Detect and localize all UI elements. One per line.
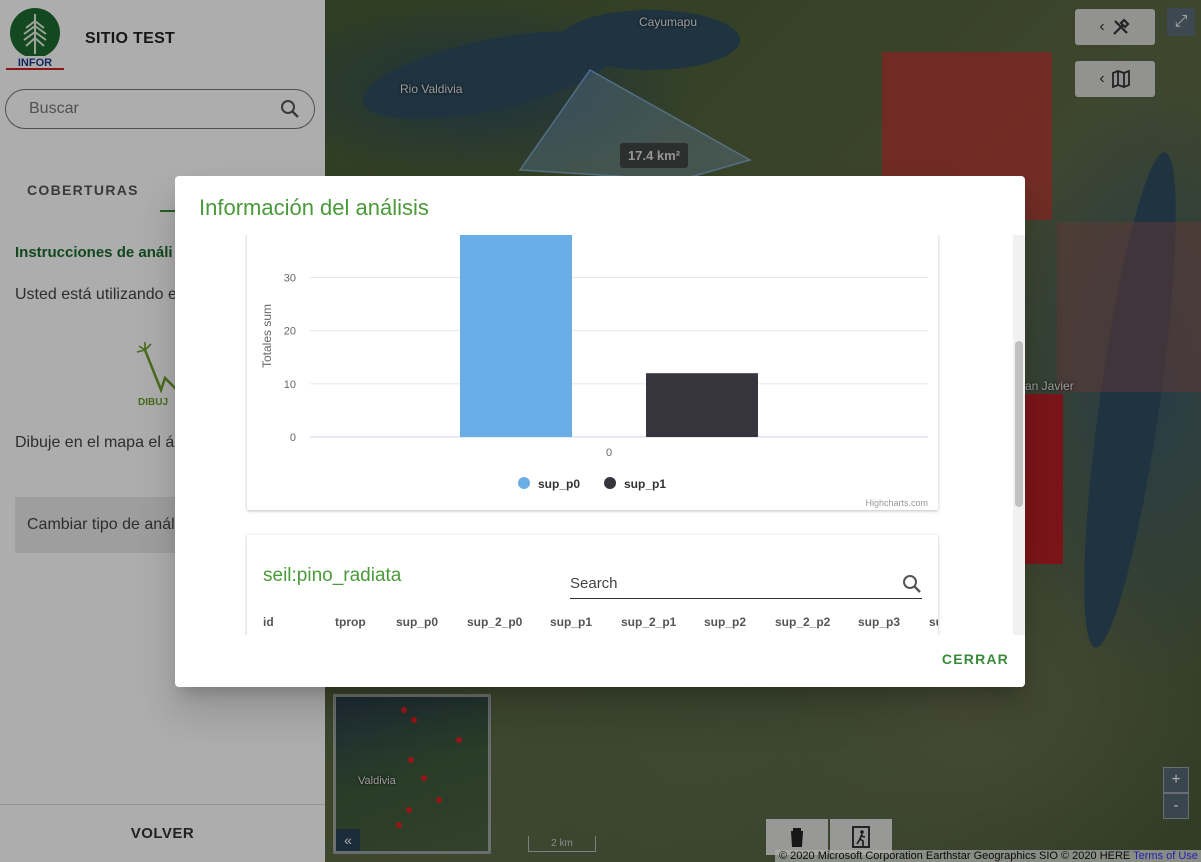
y-tick-label: 0: [290, 432, 296, 444]
dialog-body[interactable]: 0 10 20 30 Totales sum 0 sup_p0 sup_p1 Highchart…: [175, 235, 1025, 635]
close-button[interactable]: CERRAR: [942, 651, 1009, 667]
column-header-sup_p1[interactable]: sup_p1: [550, 615, 621, 635]
layer-title: seil:pino_radiata: [263, 565, 402, 586]
column-header-sup_p3[interactable]: sup_p3: [858, 615, 929, 635]
dialog-actions: CERRAR: [175, 635, 1025, 687]
analysis-dialog: Información del análisis 0 10 20 30 Totales …: [175, 176, 1025, 687]
legend-marker-sup_p0: [518, 477, 530, 489]
chart-credits: Highcharts.com: [865, 498, 928, 508]
column-header-tprop[interactable]: tprop: [335, 615, 396, 635]
x-tick-label: 0: [606, 447, 612, 459]
scrollbar-thumb[interactable]: [1015, 341, 1023, 507]
chart-card: 0 10 20 30 Totales sum 0 sup_p0 sup_p1 Highchart…: [247, 235, 938, 510]
results-table-card: seil:pino_radiata idtpropsup_p0sup_2_p0s…: [247, 535, 938, 635]
column-header-sup_p0[interactable]: sup_p0: [396, 615, 467, 635]
search-icon[interactable]: [902, 574, 922, 594]
bar-sup_p0: [460, 235, 572, 437]
y-tick-label: 30: [284, 273, 296, 285]
column-header-sup_2_p1[interactable]: sup_2_p1: [621, 615, 704, 635]
bar-chart: 0 10 20 30 Totales sum 0 sup_p0 sup_p1 Highchart…: [260, 235, 928, 508]
bar-sup_p1: [646, 373, 758, 437]
column-header-sup_p2[interactable]: sup_p2: [704, 615, 775, 635]
legend-label-sup_p0: sup_p0: [538, 477, 580, 491]
table-search[interactable]: [570, 569, 922, 599]
legend-label-sup_p1: sup_p1: [624, 477, 666, 491]
y-axis-label: Totales sum: [260, 304, 274, 368]
dialog-scrollbar[interactable]: [1013, 235, 1025, 635]
y-tick-label: 10: [284, 379, 296, 391]
column-header-su[interactable]: su: [929, 615, 938, 635]
column-header-id[interactable]: id: [263, 615, 335, 635]
table-header: id tprop sup_p0 sup_2_p0 sup_p1 sup_2_p1 sup_p…: [263, 615, 938, 635]
legend-marker-sup_p1: [604, 477, 616, 489]
dialog-title: Información del análisis: [199, 195, 429, 220]
column-header-sup_2_p2[interactable]: sup_2_p2: [775, 615, 858, 635]
y-tick-label: 20: [284, 326, 296, 338]
table-search-input[interactable]: [570, 575, 902, 592]
column-header-sup_2_p0[interactable]: sup_2_p0: [467, 615, 550, 635]
